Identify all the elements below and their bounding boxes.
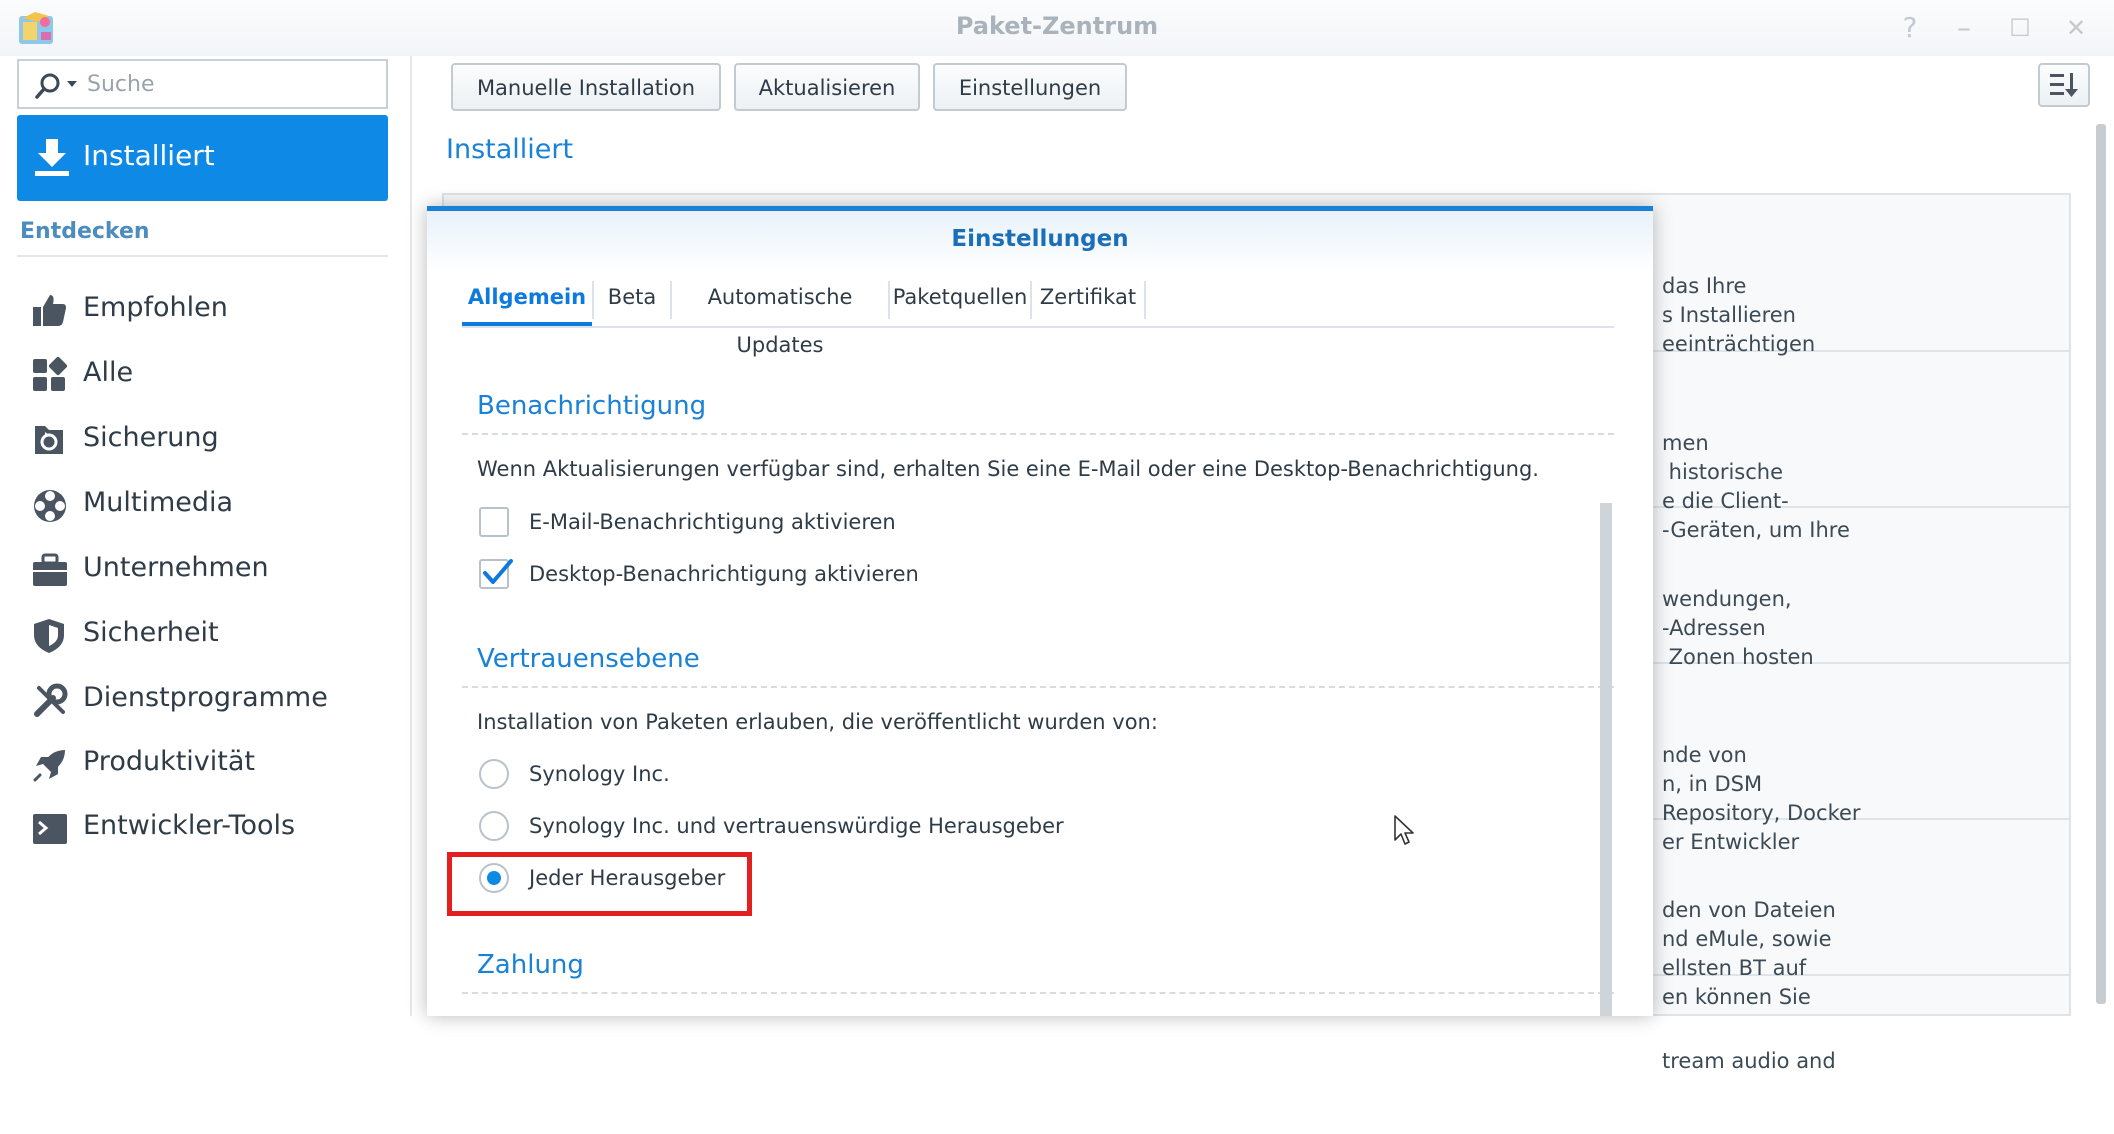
terminal-icon <box>33 814 67 844</box>
help-icon[interactable]: ? <box>1892 10 1928 46</box>
sidebar-item-label: Entwickler-Tools <box>83 810 296 841</box>
rocket-icon <box>33 750 65 782</box>
dialog-scrollbar[interactable] <box>1600 503 1612 1016</box>
sidebar-divider <box>17 255 388 257</box>
notification-section-title: Benachrichtigung <box>477 391 707 421</box>
trust-level-description: Installation von Paketen erlauben, die v… <box>477 710 1158 734</box>
tab-general[interactable]: Allgemein <box>462 273 592 326</box>
sidebar-item-multimedia[interactable]: Multimedia <box>17 471 388 537</box>
thumbs-up-icon <box>33 295 66 326</box>
sidebar-section-heading: Entdecken <box>20 219 150 244</box>
shield-icon <box>34 619 64 653</box>
dialog-tabs: Allgemein Beta Automatische Updates Pake… <box>462 273 1614 357</box>
maximize-icon[interactable]: ☐ <box>2002 10 2038 46</box>
sidebar-item-utilities[interactable]: Dienstprogramme <box>17 666 388 732</box>
mouse-cursor-icon <box>1394 815 1414 845</box>
sidebar-item-all[interactable]: Alle <box>17 341 388 407</box>
radio-synology-and-trusted[interactable] <box>479 811 509 841</box>
sidebar-item-label: Sicherheit <box>83 617 219 648</box>
sort-icon <box>2050 73 2078 97</box>
download-icon <box>35 139 69 176</box>
desktop-notification-checkbox[interactable] <box>479 559 513 589</box>
film-reel-icon <box>34 490 66 522</box>
sidebar-item-installed[interactable]: Installiert <box>17 115 388 201</box>
package-description: tream audio and <box>1662 1049 1836 1073</box>
tools-icon <box>34 683 68 717</box>
sidebar-item-label: Dienstprogramme <box>83 682 328 713</box>
briefcase-icon <box>33 553 67 586</box>
close-icon[interactable]: ✕ <box>2058 10 2094 46</box>
manual-install-button[interactable]: Manuelle Installation <box>451 63 721 111</box>
radio-label-synology-and-trusted[interactable]: Synology Inc. und vertrauenswürdige Hera… <box>529 814 1064 838</box>
section-divider <box>462 686 1614 688</box>
search-icon <box>35 73 60 99</box>
radio-label-synology-only[interactable]: Synology Inc. <box>529 762 670 786</box>
sidebar-item-business[interactable]: Unternehmen <box>17 536 388 602</box>
sidebar-item-recommended[interactable]: Empfohlen <box>17 276 388 342</box>
tab-package-sources[interactable]: Paketquellen <box>890 273 1030 326</box>
highlight-box <box>447 852 752 916</box>
sidebar: Installiert Entdecken Empfohlen Alle Sic… <box>0 56 412 1016</box>
installed-heading: Installiert <box>446 134 574 165</box>
desktop-notification-label[interactable]: Desktop-Benachrichtigung aktivieren <box>529 562 919 586</box>
tab-divider <box>1144 281 1146 319</box>
tab-certificate[interactable]: Zertifikat <box>1032 273 1144 326</box>
trust-level-section-title: Vertrauensebene <box>477 644 700 674</box>
backup-icon <box>35 426 63 454</box>
tab-beta[interactable]: Beta <box>594 273 670 326</box>
sidebar-item-backup[interactable]: Sicherung <box>17 406 388 472</box>
sidebar-item-security[interactable]: Sicherheit <box>17 601 388 667</box>
sidebar-item-label: Produktivität <box>83 746 256 777</box>
window-title: Paket-Zentrum <box>955 12 1159 40</box>
minimize-icon[interactable]: – <box>1946 10 1982 46</box>
sidebar-item-label: Unternehmen <box>83 552 269 583</box>
sidebar-item-label: Sicherung <box>83 422 219 453</box>
main-scrollbar[interactable] <box>2096 124 2106 1004</box>
title-bar: Paket-Zentrum ? – ☐ ✕ <box>0 0 2114 56</box>
radio-synology-only[interactable] <box>479 759 509 789</box>
tab-automatic-updates[interactable]: Automatische Updates <box>672 273 888 357</box>
dialog-header: Einstellungen <box>427 211 1653 271</box>
email-notification-label[interactable]: E-Mail-Benachrichtigung aktivieren <box>529 510 896 534</box>
sidebar-item-label: Installiert <box>83 139 215 172</box>
checkmark-icon <box>483 559 513 584</box>
sort-button[interactable] <box>2038 63 2090 107</box>
notification-description: Wenn Aktualisierungen verfügbar sind, er… <box>477 457 1539 481</box>
settings-button[interactable]: Einstellungen <box>933 63 1127 111</box>
dialog-title: Einstellungen <box>951 226 1129 252</box>
email-notification-checkbox[interactable] <box>479 507 509 537</box>
grid-icon <box>33 357 67 391</box>
search-box[interactable] <box>17 59 388 109</box>
sidebar-item-label: Empfohlen <box>83 292 228 323</box>
payment-section-title: Zahlung <box>477 950 584 980</box>
section-divider <box>462 433 1614 435</box>
settings-dialog: Einstellungen Allgemein Beta Automatisch… <box>427 206 1653 1016</box>
sidebar-item-productivity[interactable]: Produktivität <box>17 730 388 796</box>
section-divider <box>462 992 1614 994</box>
search-dropdown-caret-icon[interactable] <box>67 81 77 87</box>
sidebar-item-developer-tools[interactable]: Entwickler-Tools <box>17 794 388 860</box>
search-input[interactable] <box>85 67 375 101</box>
sidebar-item-label: Alle <box>83 357 134 388</box>
sidebar-item-label: Multimedia <box>83 487 234 518</box>
update-button[interactable]: Aktualisieren <box>734 63 920 111</box>
